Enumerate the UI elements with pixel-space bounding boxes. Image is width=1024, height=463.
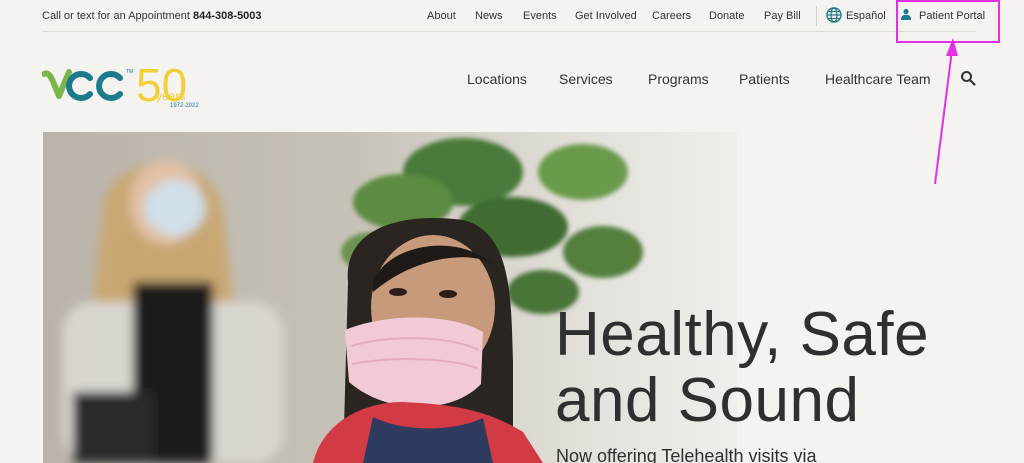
appointment-text: Call or text for an Appointment (42, 10, 190, 22)
nav-item-programs[interactable]: Programs (648, 71, 709, 87)
globe-icon[interactable] (826, 7, 842, 23)
util-link-donate[interactable]: Donate (709, 10, 744, 22)
hero-headline: Healthy, Safe and Sound (555, 302, 929, 434)
utility-bar: Call or text for an Appointment 844-308-… (42, 0, 985, 32)
anniversary-range: 1972-2022 (170, 103, 199, 109)
hero-headline-line2: and Sound (555, 366, 860, 435)
util-link-events[interactable]: Events (523, 10, 557, 22)
svg-text:TM: TM (126, 69, 133, 75)
util-link-about[interactable]: About (427, 10, 456, 22)
util-link-get-involved[interactable]: Get Involved (575, 10, 637, 22)
espanol-link[interactable]: Español (846, 10, 886, 22)
util-link-pay-bill[interactable]: Pay Bill (764, 10, 801, 22)
appointment-phone[interactable]: 844-308-5003 (193, 10, 262, 22)
util-link-careers[interactable]: Careers (652, 10, 691, 22)
anniversary-word: years (156, 89, 185, 103)
hero-subline: Now offering Telehealth visits via (556, 446, 817, 463)
nav-item-services[interactable]: Services (559, 71, 613, 87)
nav-item-healthcare-team[interactable]: Healthcare Team (825, 71, 931, 87)
vcc-logo-mark: TM 50 years 1972-2022 (41, 59, 199, 111)
hero-headline-line1: Healthy, Safe (555, 300, 930, 369)
annotation-arrow-icon (934, 38, 958, 185)
site-logo[interactable]: TM 50 years 1972-2022 (41, 58, 212, 111)
nav-item-locations[interactable]: Locations (467, 71, 527, 87)
search-icon[interactable] (960, 70, 976, 86)
util-divider (816, 6, 817, 26)
nav-item-patients[interactable]: Patients (739, 71, 790, 87)
appointment-callout: Call or text for an Appointment 844-308-… (42, 10, 262, 22)
util-link-news[interactable]: News (475, 10, 503, 22)
